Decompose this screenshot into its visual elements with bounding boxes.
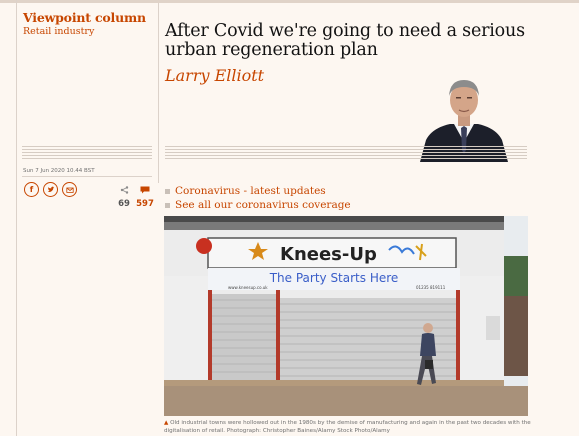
shop-sign-name: Knees-Up bbox=[280, 244, 377, 265]
shop-tagline: The Party Starts Here bbox=[269, 271, 399, 285]
caption-text: Old industrial towns were hollowed out i… bbox=[164, 420, 531, 434]
share-twitter-button[interactable] bbox=[43, 182, 58, 197]
bullet-icon bbox=[165, 202, 170, 208]
article-headline: After Covid we're going to need a seriou… bbox=[165, 21, 525, 60]
meta-rule bbox=[22, 176, 152, 177]
top-border bbox=[0, 0, 579, 3]
column-divider bbox=[158, 3, 159, 183]
shop-website: www.kneesup.co.uk bbox=[228, 285, 268, 290]
article-page: Viewpoint column Retail industry After C… bbox=[0, 0, 579, 436]
share-email-button[interactable] bbox=[62, 182, 77, 197]
caption-triangle-icon: ▲ bbox=[164, 420, 169, 426]
twitter-icon bbox=[47, 186, 54, 192]
share-count: 69 bbox=[116, 179, 132, 209]
related-link[interactable]: Coronavirus - latest updates bbox=[175, 185, 326, 197]
bullet-icon bbox=[165, 188, 170, 194]
facebook-icon: f bbox=[29, 184, 34, 194]
image-caption: ▲ Old industrial towns were hollowed out… bbox=[164, 420, 534, 435]
series-link[interactable]: Viewpoint column bbox=[23, 10, 146, 25]
shop-phone: 01235 819111 bbox=[416, 285, 446, 290]
series-label: Viewpoint column Retail industry bbox=[23, 10, 146, 37]
comment-icon bbox=[140, 186, 150, 194]
share-icon bbox=[120, 186, 128, 194]
related-links: Coronavirus - latest updates See all our… bbox=[165, 184, 351, 212]
email-icon bbox=[65, 187, 74, 193]
publish-date: Sun 7 Jun 2020 10.44 BST bbox=[23, 168, 95, 174]
headline-separator bbox=[165, 146, 527, 160]
related-item[interactable]: See all our coronavirus coverage bbox=[165, 198, 351, 212]
related-item[interactable]: Coronavirus - latest updates bbox=[165, 184, 351, 198]
share-count-value: 69 bbox=[118, 199, 130, 209]
article-main-image[interactable]: Knees-Up The Party Starts Here www.knees… bbox=[164, 216, 528, 416]
related-link[interactable]: See all our coronavirus coverage bbox=[175, 199, 351, 211]
section-link[interactable]: Retail industry bbox=[23, 26, 146, 37]
share-facebook-button[interactable]: f bbox=[24, 182, 39, 197]
comments-link[interactable]: 597 bbox=[136, 179, 154, 209]
comment-count-value: 597 bbox=[136, 199, 154, 209]
left-margin-rule bbox=[16, 0, 17, 436]
author-byline[interactable]: Larry Elliott bbox=[165, 66, 264, 85]
meta-separator bbox=[22, 146, 152, 160]
